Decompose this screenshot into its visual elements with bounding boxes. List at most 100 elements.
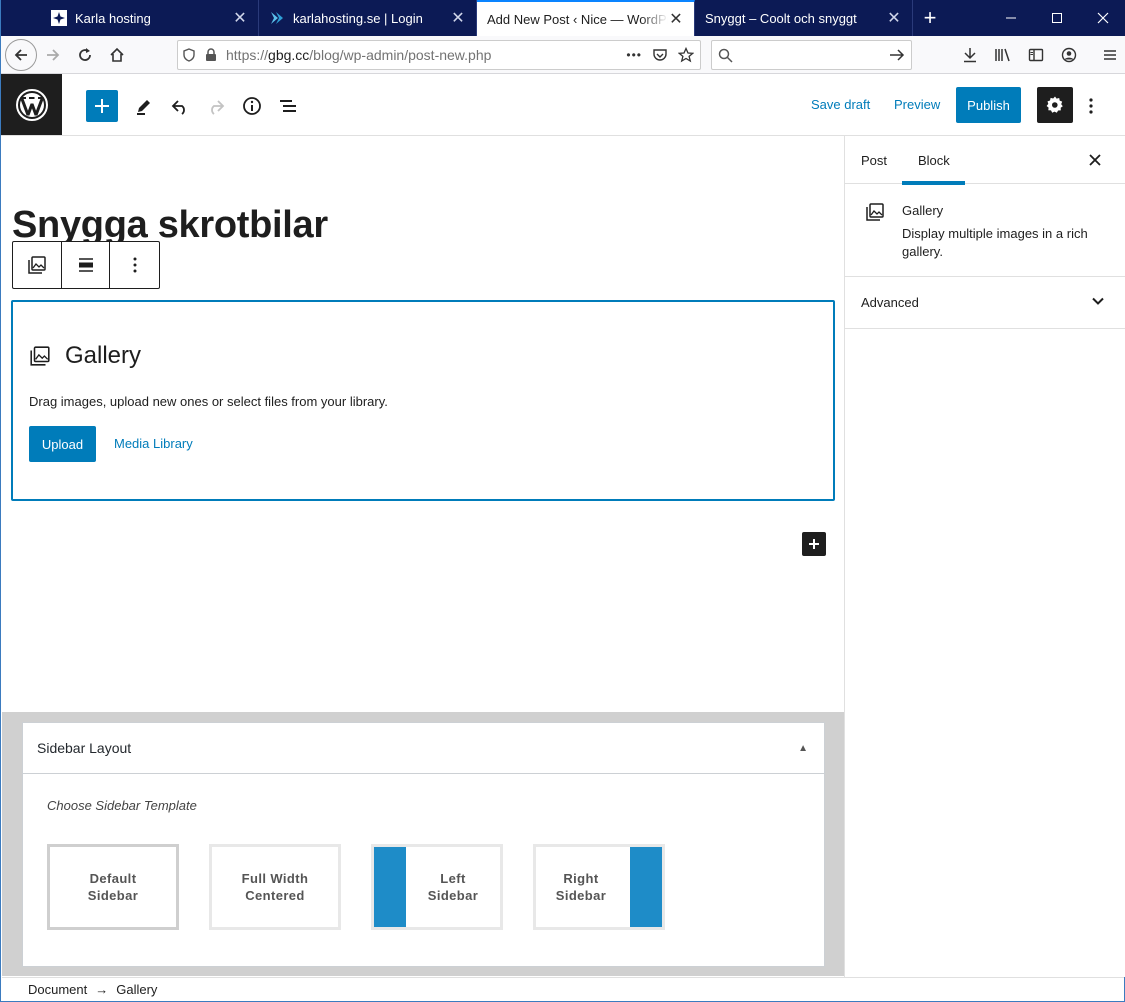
back-arrow-icon bbox=[14, 48, 27, 61]
undo-icon bbox=[171, 100, 185, 115]
close-tab-icon[interactable]: ✕ bbox=[232, 8, 248, 28]
sidebar-tabs: Post Block bbox=[845, 136, 1125, 185]
menu-icon[interactable] bbox=[1093, 48, 1125, 62]
breadcrumb-gallery[interactable]: Gallery bbox=[116, 982, 157, 997]
wordpress-logo-icon[interactable] bbox=[1, 74, 62, 135]
tab-post[interactable]: Post bbox=[861, 153, 887, 168]
layout-option-default-sidebar[interactable]: Default Sidebar bbox=[47, 844, 179, 930]
browser-tab-karlahosting-login[interactable]: karlahosting.se | Login ✕ bbox=[259, 0, 477, 36]
block-navigation-button[interactable] bbox=[272, 90, 304, 122]
chevron-down-icon bbox=[1091, 294, 1105, 313]
list-view-icon bbox=[280, 100, 296, 112]
browser-tab-karla-hosting[interactable]: Karla hosting ✕ bbox=[41, 0, 259, 36]
gallery-placeholder-title: Gallery bbox=[65, 342, 142, 369]
layout-option-label: Left Sidebar bbox=[427, 871, 479, 903]
sidebar-toggle-icon[interactable] bbox=[1019, 47, 1052, 63]
downloads-icon[interactable] bbox=[953, 47, 986, 63]
settings-sidebar: Post Block Gallery Display multiple imag… bbox=[844, 136, 1125, 977]
align-button[interactable] bbox=[62, 242, 111, 288]
media-library-button[interactable]: Media Library bbox=[114, 436, 193, 451]
block-type-switcher-button[interactable] bbox=[13, 242, 62, 288]
page-actions-icon[interactable]: ••• bbox=[626, 48, 642, 62]
browser-tab-bar: Karla hosting ✕ karlahosting.se | Login … bbox=[1, 0, 1125, 36]
search-input[interactable] bbox=[711, 40, 912, 70]
details-button[interactable] bbox=[236, 90, 268, 122]
karlahosting-login-favicon bbox=[269, 10, 285, 26]
upload-button[interactable]: Upload bbox=[29, 426, 96, 462]
block-breadcrumb: Document → Gallery bbox=[2, 977, 1124, 1001]
window-controls bbox=[988, 0, 1125, 36]
settings-button[interactable] bbox=[1037, 87, 1073, 123]
library-icon[interactable] bbox=[986, 47, 1019, 63]
tab-label: Snyggt – Coolt och snyggt bbox=[705, 10, 857, 26]
post-title[interactable]: Snygga skrotbilar bbox=[12, 204, 328, 244]
publish-button[interactable]: Publish bbox=[956, 87, 1021, 123]
browser-nav-bar: https://gbg.cc/blog/wp-admin/post-new.ph… bbox=[1, 36, 1125, 74]
maximize-icon[interactable] bbox=[1034, 0, 1080, 36]
forward-arrow-icon bbox=[47, 48, 60, 61]
browser-tab-snyggt[interactable]: Snyggt – Coolt och snyggt ✕ bbox=[695, 0, 913, 36]
gear-icon bbox=[1046, 96, 1063, 113]
close-window-icon[interactable] bbox=[1080, 0, 1125, 36]
pencil-icon bbox=[137, 100, 150, 115]
layout-option-full-width-centered[interactable]: Full Width Centered bbox=[209, 844, 341, 930]
left-sidebar-indicator bbox=[374, 847, 406, 927]
layout-option-left-sidebar[interactable]: Left Sidebar bbox=[371, 844, 503, 930]
reload-button[interactable] bbox=[69, 39, 101, 71]
tab-label: Karla hosting bbox=[75, 10, 151, 26]
close-tab-icon[interactable]: ✕ bbox=[668, 9, 684, 29]
back-button[interactable] bbox=[5, 38, 37, 71]
save-draft-button[interactable]: Save draft bbox=[811, 97, 870, 112]
meta-boxes-area: Sidebar Layout ▲ Choose Sidebar Template… bbox=[2, 712, 844, 976]
collapse-toggle-icon[interactable]: ▲ bbox=[798, 743, 808, 754]
gallery-block-placeholder[interactable]: Gallery Drag images, upload new ones or … bbox=[11, 300, 835, 501]
tab-label: karlahosting.se | Login bbox=[293, 10, 423, 26]
edit-tool-button[interactable] bbox=[128, 90, 160, 122]
block-appender-button[interactable] bbox=[802, 532, 826, 556]
advanced-panel-toggle[interactable]: Advanced bbox=[845, 277, 1125, 329]
editor-header: Save draft Preview Publish bbox=[1, 74, 1125, 136]
home-icon bbox=[110, 47, 124, 62]
gallery-icon bbox=[30, 346, 50, 366]
close-icon[interactable] bbox=[1085, 150, 1105, 170]
karla-hosting-favicon bbox=[51, 10, 67, 26]
tab-label: Add New Post ‹ Nice — WordPress bbox=[487, 11, 668, 27]
shield-icon[interactable] bbox=[178, 48, 200, 62]
undo-button[interactable] bbox=[164, 90, 196, 122]
new-tab-button[interactable]: + bbox=[913, 0, 947, 36]
address-bar[interactable]: https://gbg.cc/blog/wp-admin/post-new.ph… bbox=[177, 40, 701, 70]
layout-option-label: Default Sidebar bbox=[87, 871, 139, 903]
close-tab-icon[interactable]: ✕ bbox=[886, 8, 902, 28]
tab-block[interactable]: Block bbox=[902, 153, 965, 185]
forward-button[interactable] bbox=[37, 39, 69, 71]
block-more-options-button[interactable] bbox=[110, 242, 159, 288]
account-icon[interactable] bbox=[1052, 47, 1085, 63]
metabox-subtitle: Choose Sidebar Template bbox=[47, 798, 197, 813]
home-button[interactable] bbox=[101, 39, 133, 71]
editor-canvas: Snygga skrotbilar Gallery Drag images, u… bbox=[2, 136, 844, 712]
bookmark-star-icon[interactable] bbox=[678, 47, 694, 63]
gallery-icon bbox=[28, 256, 46, 274]
gallery-icon bbox=[865, 202, 885, 227]
preview-button[interactable]: Preview bbox=[894, 97, 940, 112]
layout-option-right-sidebar[interactable]: Right Sidebar bbox=[533, 844, 665, 930]
redo-button bbox=[200, 90, 232, 122]
info-icon bbox=[243, 97, 261, 115]
metabox-header[interactable]: Sidebar Layout ▲ bbox=[23, 723, 824, 774]
more-options-button[interactable] bbox=[1079, 90, 1103, 122]
pocket-icon[interactable] bbox=[652, 47, 668, 63]
browser-tab-add-new-post[interactable]: Add New Post ‹ Nice — WordPress ✕ bbox=[477, 0, 695, 36]
plus-icon bbox=[95, 99, 109, 113]
align-wide-icon bbox=[78, 258, 93, 272]
more-vertical-icon bbox=[1089, 98, 1093, 114]
add-block-button[interactable] bbox=[86, 90, 118, 122]
lock-icon[interactable] bbox=[200, 48, 222, 62]
advanced-label: Advanced bbox=[861, 295, 919, 310]
toolbar-right bbox=[953, 36, 1125, 74]
minimize-icon[interactable] bbox=[988, 0, 1034, 36]
gallery-instructions: Drag images, upload new ones or select f… bbox=[29, 394, 388, 409]
breadcrumb-document[interactable]: Document bbox=[28, 982, 87, 997]
gallery-placeholder-header: Gallery bbox=[29, 342, 141, 370]
close-tab-icon[interactable]: ✕ bbox=[450, 8, 466, 28]
plus-icon bbox=[809, 539, 819, 549]
